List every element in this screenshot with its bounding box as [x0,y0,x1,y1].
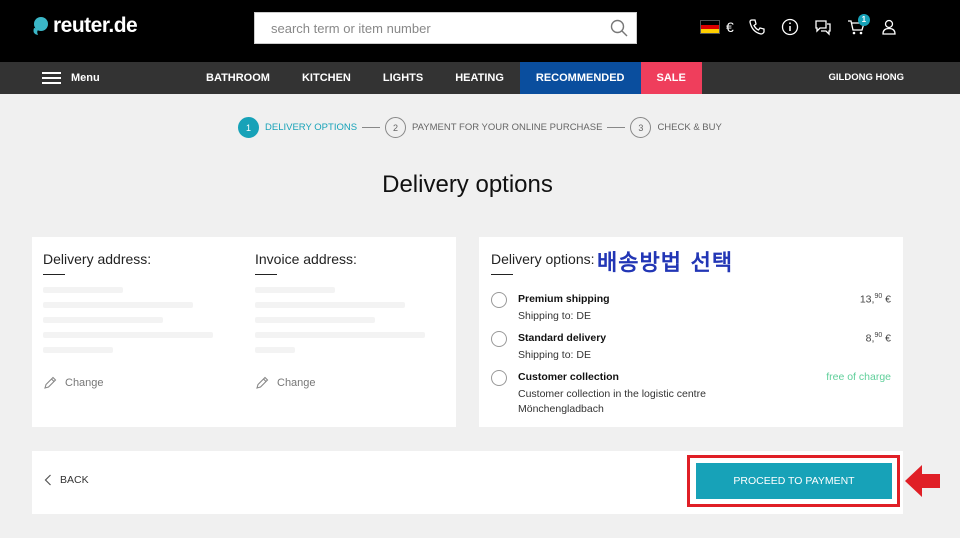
invoice-address-heading: Invoice address: [255,251,357,275]
step-label: PAYMENT FOR YOUR ONLINE PURCHASE [412,122,603,133]
option-subtitle: Shipping to: DE [518,310,591,322]
option-subtitle: Customer collection in the logistic cent… [518,388,706,415]
chevron-left-icon [44,474,51,486]
option-standard-delivery[interactable]: Standard delivery Shipping to: DE 8,90 € [491,331,891,365]
back-button[interactable]: BACK [44,474,89,486]
change-label: Change [277,377,316,389]
nav-items: BATHROOM KITCHEN LIGHTS HEATING RECOMMEN… [190,62,702,94]
invoice-address-redacted [255,287,435,362]
nav-item-heating[interactable]: HEATING [439,62,520,94]
menu-label: Menu [71,72,100,84]
cart-count-badge: 1 [857,14,870,26]
option-premium-shipping[interactable]: Premium shipping Shipping to: DE 13,90 € [491,292,891,326]
info-icon[interactable] [781,18,799,36]
logo-text: reuter.de [53,14,138,37]
delivery-options-heading: Delivery options: [491,251,595,275]
step-divider [362,127,381,128]
hamburger-icon [42,72,61,84]
annotation-label: 배송방법 선택 [597,251,734,276]
step-delivery-options[interactable]: 1 DELIVERY OPTIONS [238,117,357,138]
cart-button[interactable]: 1 [847,14,870,36]
option-subtitle: Shipping to: DE [518,349,591,361]
option-price: 13,90 € [859,293,891,306]
delivery-address-redacted [43,287,223,362]
step-divider [607,127,626,128]
step-label: DELIVERY OPTIONS [265,122,358,133]
back-label: BACK [60,474,89,486]
step-number: 3 [630,117,652,138]
step-number: 1 [238,117,259,138]
pencil-icon [256,376,269,389]
change-delivery-address-link[interactable]: Change [43,376,104,390]
pencil-icon [44,376,57,389]
step-label: CHECK & BUY [657,122,722,133]
option-title: Customer collection [518,371,619,383]
change-label: Change [65,377,104,389]
phone-icon[interactable] [748,18,766,36]
nav-item-kitchen[interactable]: KITCHEN [286,62,367,94]
radio-standard-delivery[interactable] [491,331,507,347]
option-customer-collection[interactable]: Customer collection Customer collection … [491,370,891,418]
currency-label[interactable]: € [726,19,734,35]
menu-button[interactable]: Menu [42,62,100,94]
option-title: Premium shipping [518,293,610,305]
radio-premium-shipping[interactable] [491,292,507,308]
checkout-stepper: 1 DELIVERY OPTIONS 2 PAYMENT FOR YOUR ON… [238,117,722,138]
nav-item-lights[interactable]: LIGHTS [367,62,439,94]
option-price: 8,90 € [865,332,891,345]
flag-de-icon[interactable] [700,20,720,34]
radio-customer-collection[interactable] [491,370,507,386]
option-price-free: free of charge [826,371,891,383]
step-number: 2 [385,117,407,138]
address-card: Delivery address: Change Invoice address… [32,237,456,427]
nav-item-bathroom[interactable]: BATHROOM [190,62,286,94]
page-title: Delivery options [382,171,553,198]
annotation-arrow-icon [905,465,940,497]
delivery-options-card: Delivery options: 배송방법 선택 Premium shippi… [479,237,903,427]
top-header: reuter.de € [0,0,960,62]
logo[interactable]: reuter.de [30,14,138,38]
search-icon[interactable] [610,19,628,37]
step-check-and-buy: 3 CHECK & BUY [630,117,722,138]
nav-item-recommended[interactable]: RECOMMENDED [519,62,641,94]
option-title: Standard delivery [518,332,607,344]
user-name[interactable]: GILDONG HONG [829,62,904,94]
nav-item-sale[interactable]: SALE [640,62,702,94]
delivery-address-heading: Delivery address: [43,251,151,275]
user-icon[interactable] [880,18,898,36]
chat-icon[interactable] [814,18,832,36]
change-invoice-address-link[interactable]: Change [255,376,316,390]
header-icons: € 1 [700,14,913,36]
logo-drop-icon [33,17,48,35]
step-payment: 2 PAYMENT FOR YOUR ONLINE PURCHASE [385,117,602,138]
main-navigation: Menu BATHROOM KITCHEN LIGHTS HEATING REC… [0,62,960,94]
proceed-to-payment-button[interactable]: PROCEED TO PAYMENT [696,463,892,499]
checkout-actions: BACK PROCEED TO PAYMENT [32,451,903,514]
search-box [254,12,637,44]
search-input[interactable] [255,13,595,43]
